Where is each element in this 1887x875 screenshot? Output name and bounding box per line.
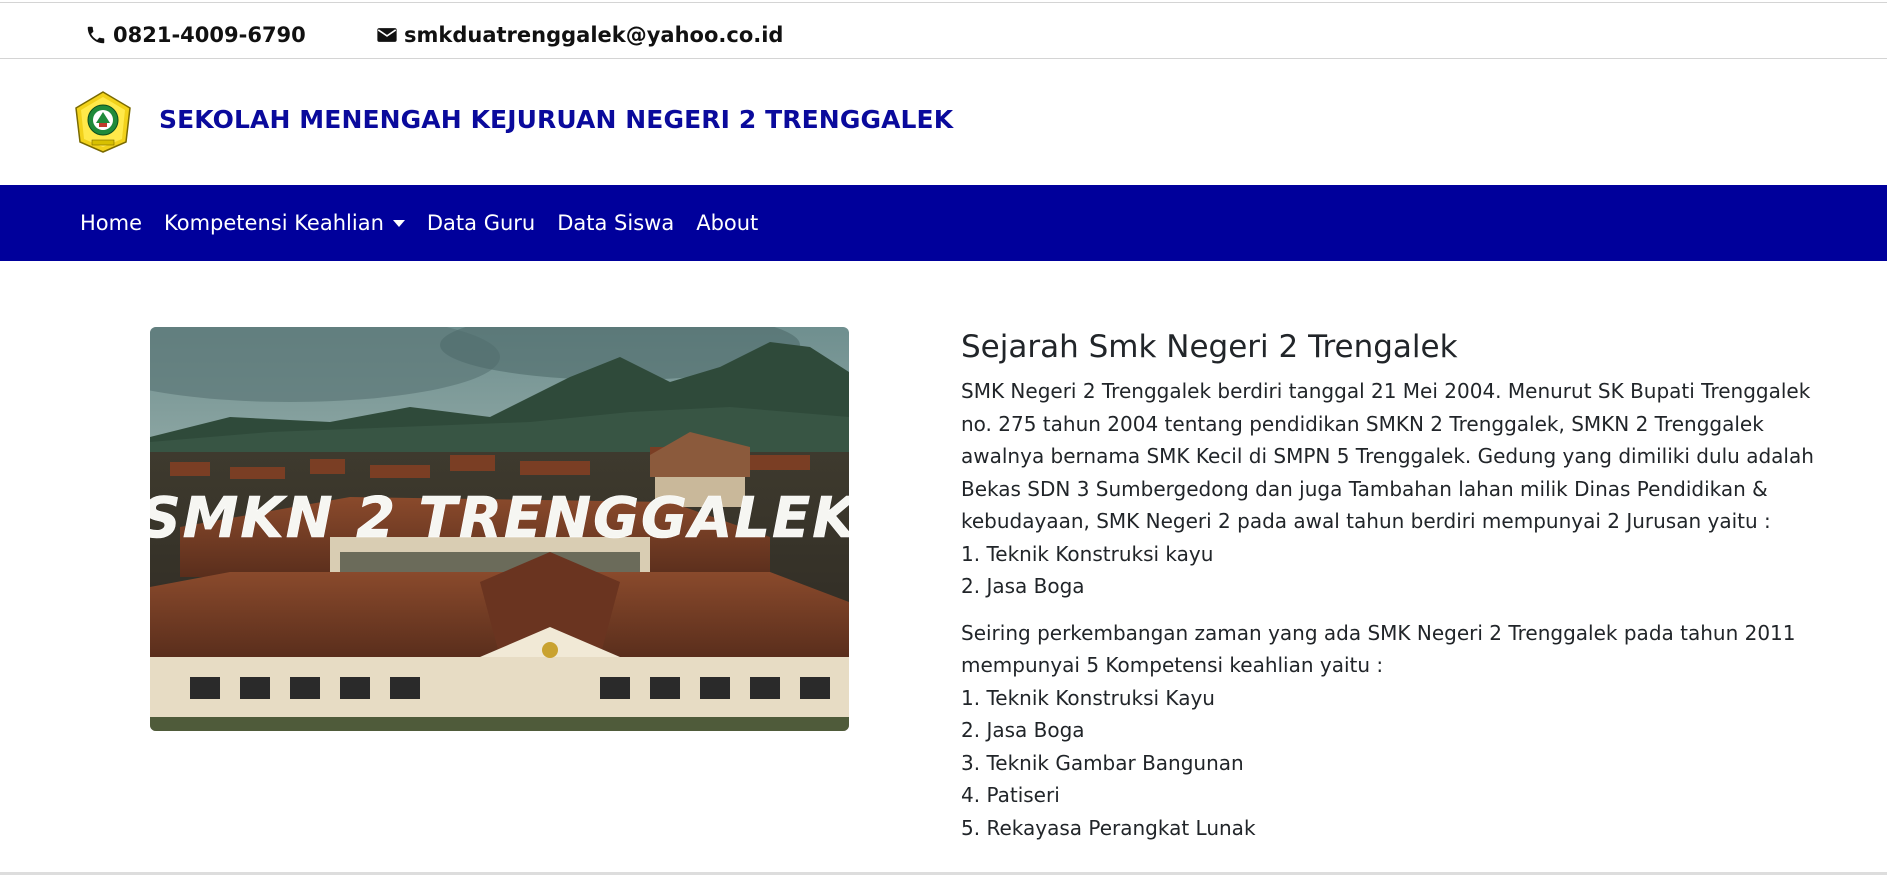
phone-icon	[85, 24, 107, 46]
nav-about-label: About	[696, 211, 759, 235]
initial-majors-list: 1. Teknik Konstruksi kayu 2. Jasa Boga	[961, 538, 1841, 603]
list-item: 2. Jasa Boga	[961, 574, 1085, 598]
list-item: 4. Patiseri	[961, 783, 1060, 807]
history-title: Sejarah Smk Negeri 2 Trengalek	[961, 329, 1458, 365]
nav-kompetensi-label: Kompetensi Keahlian	[164, 211, 384, 235]
contact-email[interactable]: smkduatrenggalek@yahoo.co.id	[376, 22, 783, 48]
brand-header: SEKOLAH MENENGAH KEJURUAN NEGERI 2 TRENG…	[0, 60, 1887, 185]
nav-data-siswa[interactable]: Data Siswa	[546, 203, 685, 243]
nav-data-siswa-label: Data Siswa	[557, 211, 675, 235]
nav-kompetensi-keahlian-dropdown[interactable]: Kompetensi Keahlian	[153, 203, 416, 243]
list-item: 5. Rekayasa Perangkat Lunak	[961, 815, 1256, 840]
page: 0821-4009-6790 smkduatrenggalek@yahoo.co…	[0, 0, 1887, 875]
nav-data-guru-label: Data Guru	[426, 211, 536, 235]
history-block-1: SMK Negeri 2 Trenggalek berdiri tanggal …	[961, 375, 1841, 603]
school-emblem-logo[interactable]	[72, 90, 134, 154]
phone-number: 0821-4009-6790	[113, 23, 306, 47]
contact-phone[interactable]: 0821-4009-6790	[85, 22, 306, 48]
main-navbar: Home Kompetensi Keahlian Data Guru Data …	[0, 185, 1887, 261]
history-section: Sejarah Smk Negeri 2 Trengalek SMK Neger…	[961, 327, 1841, 858]
nav-list: Home Kompetensi Keahlian Data Guru Data …	[69, 185, 769, 261]
list-item: 2. Jasa Boga	[961, 718, 1085, 742]
current-majors-list: 1. Teknik Konstruksi Kayu 2. Jasa Boga 3…	[961, 682, 1841, 845]
nav-about[interactable]: About	[685, 203, 769, 243]
top-contact-bar: 0821-4009-6790 smkduatrenggalek@yahoo.co…	[0, 2, 1887, 59]
list-item: 1. Teknik Konstruksi kayu	[961, 541, 1214, 566]
nav-home[interactable]: Home	[69, 203, 153, 243]
nav-data-guru[interactable]: Data Guru	[416, 203, 546, 243]
nav-home-label: Home	[80, 211, 143, 235]
history-block-2: Seiring perkembangan zaman yang ada SMK …	[961, 617, 1841, 845]
hero-overlay-text: SMKN 2 TRENGGALEK	[150, 486, 849, 551]
school-name[interactable]: SEKOLAH MENENGAH KEJURUAN NEGERI 2 TRENG…	[159, 105, 953, 134]
list-item: 1. Teknik Konstruksi Kayu	[961, 685, 1215, 710]
caret-down-icon	[392, 219, 405, 227]
envelope-icon	[376, 24, 398, 46]
list-item: 3. Teknik Gambar Bangunan	[961, 750, 1244, 775]
history-paragraph-1: SMK Negeri 2 Trenggalek berdiri tanggal …	[961, 379, 1814, 533]
email-address: smkduatrenggalek@yahoo.co.id	[404, 23, 784, 47]
school-aerial-photo: SMKN 2 TRENGGALEK	[150, 327, 849, 731]
history-paragraph-2: Seiring perkembangan zaman yang ada SMK …	[961, 620, 1796, 678]
